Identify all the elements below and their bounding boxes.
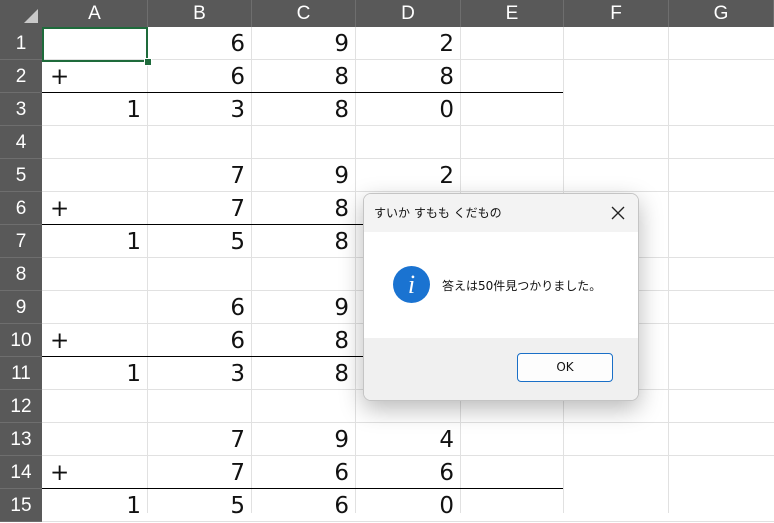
cell-b12[interactable]	[148, 390, 252, 423]
row-header-5[interactable]: 5	[0, 159, 42, 192]
select-all-corner[interactable]	[0, 0, 42, 27]
cell-a10[interactable]: +	[42, 324, 148, 357]
dialog-body: i 答えは50件見つかりました。	[364, 232, 638, 338]
cell-b15[interactable]: 5	[148, 489, 252, 522]
cell-b6[interactable]: 7	[148, 192, 252, 225]
row-header-6[interactable]: 6	[0, 192, 42, 225]
cell-a8[interactable]	[42, 258, 148, 291]
cell-c14[interactable]: 6	[252, 456, 356, 489]
column-header-b[interactable]: B	[148, 0, 252, 27]
cell-c9[interactable]: 9	[252, 291, 356, 324]
cell-a2[interactable]: +	[42, 60, 148, 93]
ok-button[interactable]: OK	[517, 353, 613, 382]
cell-d2[interactable]: 8	[356, 60, 461, 93]
cell-d15[interactable]: 0	[356, 489, 461, 522]
cell-b7[interactable]: 5	[148, 225, 252, 258]
column-header-g[interactable]: G	[669, 0, 774, 27]
cell-c6[interactable]: 8	[252, 192, 356, 225]
cell-c3[interactable]: 8	[252, 93, 356, 126]
row-header-15[interactable]: 15	[0, 489, 42, 522]
cell-b1[interactable]: 6	[148, 27, 252, 60]
cell-c10[interactable]: 8	[252, 324, 356, 357]
cell-d1[interactable]: 2	[356, 27, 461, 60]
cell-c8[interactable]	[252, 258, 356, 291]
cell-b11[interactable]: 3	[148, 357, 252, 390]
dialog-footer: OK	[364, 338, 638, 400]
column-header-d[interactable]: D	[356, 0, 461, 27]
column-gridline	[668, 27, 669, 513]
select-all-triangle-icon	[24, 9, 38, 23]
close-button[interactable]	[604, 199, 632, 227]
cell-b9[interactable]: 6	[148, 291, 252, 324]
cell-b2[interactable]: 6	[148, 60, 252, 93]
cell-b4[interactable]	[148, 126, 252, 159]
cell-a13[interactable]	[42, 423, 148, 456]
cell-b8[interactable]	[148, 258, 252, 291]
cell-c12[interactable]	[252, 390, 356, 423]
info-icon: i	[393, 266, 430, 303]
row-header-7[interactable]: 7	[0, 225, 42, 258]
cell-c15[interactable]: 6	[252, 489, 356, 522]
message-box-dialog: すいか すもも くだもの i 答えは50件見つかりました。 OK	[363, 193, 639, 401]
row-header-14[interactable]: 14	[0, 456, 42, 489]
cell-d4[interactable]	[356, 126, 461, 159]
cell-d14[interactable]: 6	[356, 456, 461, 489]
column-header-a[interactable]: A	[42, 0, 148, 27]
dialog-titlebar: すいか すもも くだもの	[364, 194, 638, 232]
column-header-f[interactable]: F	[564, 0, 669, 27]
row-header-13[interactable]: 13	[0, 423, 42, 456]
cell-a5[interactable]	[42, 159, 148, 192]
close-icon	[611, 206, 625, 220]
cell-c13[interactable]: 9	[252, 423, 356, 456]
cell-b10[interactable]: 6	[148, 324, 252, 357]
row-header-2[interactable]: 2	[0, 60, 42, 93]
cell-d3[interactable]: 0	[356, 93, 461, 126]
cell-c4[interactable]	[252, 126, 356, 159]
fill-handle[interactable]	[144, 58, 152, 66]
cell-a15[interactable]: 1	[42, 489, 148, 522]
cell-c2[interactable]: 8	[252, 60, 356, 93]
cell-a9[interactable]	[42, 291, 148, 324]
column-header-c[interactable]: C	[252, 0, 356, 27]
cell-a14[interactable]: +	[42, 456, 148, 489]
row-header-11[interactable]: 11	[0, 357, 42, 390]
cell-c11[interactable]: 8	[252, 357, 356, 390]
cell-c5[interactable]: 9	[252, 159, 356, 192]
row-header-3[interactable]: 3	[0, 93, 42, 126]
dialog-message: 答えは50件見つかりました。	[442, 279, 602, 293]
column-header-e[interactable]: E	[461, 0, 564, 27]
cell-a6[interactable]: +	[42, 192, 148, 225]
row-header-4[interactable]: 4	[0, 126, 42, 159]
cell-a7[interactable]: 1	[42, 225, 148, 258]
row-header-10[interactable]: 10	[0, 324, 42, 357]
cell-a11[interactable]: 1	[42, 357, 148, 390]
cell-b3[interactable]: 3	[148, 93, 252, 126]
row-header-9[interactable]: 9	[0, 291, 42, 324]
active-cell-selection	[42, 27, 148, 62]
cell-a3[interactable]: 1	[42, 93, 148, 126]
cell-b5[interactable]: 7	[148, 159, 252, 192]
cell-b13[interactable]: 7	[148, 423, 252, 456]
cell-d13[interactable]: 4	[356, 423, 461, 456]
row-header-8[interactable]: 8	[0, 258, 42, 291]
info-icon-glyph: i	[407, 270, 416, 299]
cell-c1[interactable]: 9	[252, 27, 356, 60]
cell-a12[interactable]	[42, 390, 148, 423]
dialog-title: すいか すもも くだもの	[374, 206, 502, 220]
row-header-1[interactable]: 1	[0, 27, 42, 60]
cell-b14[interactable]: 7	[148, 456, 252, 489]
row-header-12[interactable]: 12	[0, 390, 42, 423]
cell-c7[interactable]: 8	[252, 225, 356, 258]
cell-d5[interactable]: 2	[356, 159, 461, 192]
cell-a4[interactable]	[42, 126, 148, 159]
